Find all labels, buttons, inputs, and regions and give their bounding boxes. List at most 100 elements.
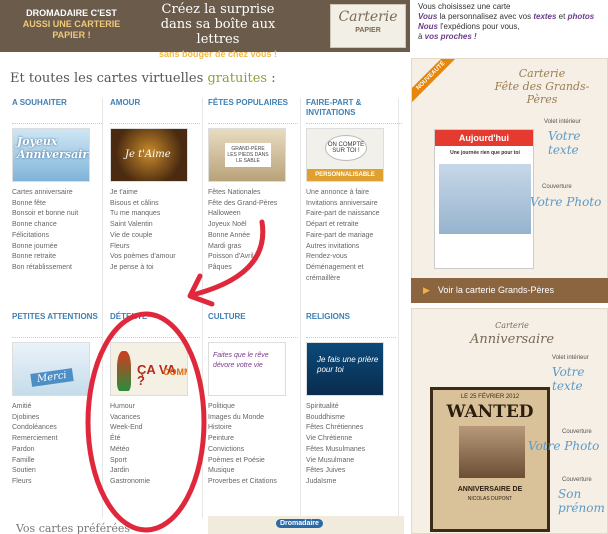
- ad-grands-peres[interactable]: NOUVEAUTÉ Carterie Fête des Grands-Pères…: [411, 58, 608, 303]
- category-link[interactable]: Départ et retraite: [306, 220, 402, 231]
- category-link[interactable]: Images du Monde: [208, 413, 298, 424]
- category-link[interactable]: Tu me manques: [110, 209, 200, 220]
- category-thumbnail[interactable]: COMMENTÇA VA ?: [110, 342, 188, 396]
- category-thumbnail[interactable]: ON COMPTE SUR TOI ! PERSONNALISABLE: [306, 128, 384, 182]
- category-link[interactable]: Fête des Grand-Pères: [208, 199, 298, 210]
- ad-title: Carterie Anniversaire: [462, 319, 562, 347]
- category-link[interactable]: Félicitations: [12, 231, 102, 242]
- category-link[interactable]: Fleurs: [12, 477, 102, 488]
- dromadaire-logo-banner[interactable]: Dromadaire: [208, 516, 404, 534]
- thumbnail-text: Faites que le rêve dévore votre vie: [213, 352, 269, 369]
- category-link[interactable]: Cartes anniversaire: [12, 188, 102, 199]
- category-link[interactable]: Bouddhisme: [306, 413, 396, 424]
- carterie-papier-button[interactable]: Carterie PAPIER: [330, 4, 406, 48]
- category-link[interactable]: Peinture: [208, 434, 298, 445]
- category-link[interactable]: Remerciement: [12, 434, 102, 445]
- category-link[interactable]: Joyeux Noël: [208, 220, 298, 231]
- category-link[interactable]: Bonne Année: [208, 231, 298, 242]
- category-link-list: Spiritualité Bouddhisme Fêtes Chrétienne…: [306, 402, 396, 488]
- category-link[interactable]: Bon rétablissement: [12, 263, 102, 274]
- category-link[interactable]: Jardin: [110, 466, 200, 477]
- banner-tagline: Créez la surprise dans sa boîte aux lett…: [138, 2, 298, 62]
- category-link[interactable]: Spiritualité: [306, 402, 396, 413]
- category-link[interactable]: Humour: [110, 402, 200, 413]
- category-link[interactable]: Fêtes Chrétiennes: [306, 423, 396, 434]
- category-link[interactable]: Bonne retraite: [12, 252, 102, 263]
- category-link[interactable]: Amitié: [12, 402, 102, 413]
- category-link[interactable]: Politique: [208, 402, 298, 413]
- category-link[interactable]: Bonsoir et bonne nuit: [12, 209, 102, 220]
- category-link[interactable]: Proverbes et Citations: [208, 477, 298, 488]
- category-link[interactable]: Pâques: [208, 263, 298, 274]
- category-title[interactable]: CULTURE: [208, 312, 298, 338]
- category-link[interactable]: Judaïsme: [306, 477, 396, 488]
- category-thumbnail[interactable]: Je fais une prière pour toi: [306, 342, 384, 396]
- category-link[interactable]: Bisous et câlins: [110, 199, 200, 210]
- banner-line: DROMADAIRE C'EST: [26, 8, 117, 18]
- carterie-promo-text: DROMADAIRE C'EST AUSSI UNE CARTERIE PAPI…: [14, 8, 129, 41]
- category-thumbnail[interactable]: GRAND-PÈRE LES PIEDS DANS LE SABLE: [208, 128, 286, 182]
- category-link[interactable]: Musique: [208, 466, 298, 477]
- category-link[interactable]: Vos poèmes d'amour: [110, 252, 200, 263]
- category-link[interactable]: Halloween: [208, 209, 298, 220]
- category-link[interactable]: Fêtes Musulmanes: [306, 445, 396, 456]
- category-link[interactable]: Déménagement et: [306, 263, 402, 274]
- category-link[interactable]: Faire-part de naissance: [306, 209, 402, 220]
- category-title[interactable]: FAIRE-PART & INVITATIONS: [306, 98, 402, 124]
- category-religions: RELIGIONS Je fais une prière pour toi Sp…: [306, 312, 396, 488]
- volet-script: Votre texte: [548, 129, 581, 157]
- category-link[interactable]: Une annonce à faire: [306, 188, 402, 199]
- thumbnail-text: ON COMPTE SUR TOI !: [325, 135, 367, 161]
- category-thumbnail[interactable]: Merci: [12, 342, 90, 396]
- card-subtitle: PAPIER: [355, 27, 381, 34]
- category-link[interactable]: Autres invitations: [306, 242, 402, 253]
- category-link[interactable]: Bonne chance: [12, 220, 102, 231]
- category-link[interactable]: Je pense à toi: [110, 263, 200, 274]
- category-link[interactable]: Pardon: [12, 445, 102, 456]
- category-link[interactable]: Faire-part de mariage: [306, 231, 402, 242]
- category-link[interactable]: Je t'aime: [110, 188, 200, 199]
- category-link[interactable]: Bonne journée: [12, 242, 102, 253]
- category-link[interactable]: Fêtes Nationales: [208, 188, 298, 199]
- category-link[interactable]: Week-End: [110, 423, 200, 434]
- category-title[interactable]: A SOUHAITER: [12, 98, 102, 124]
- category-link[interactable]: Vie de couple: [110, 231, 200, 242]
- category-link[interactable]: Poisson d'Avril: [208, 252, 298, 263]
- top-banner[interactable]: DROMADAIRE C'EST AUSSI UNE CARTERIE PAPI…: [0, 0, 410, 59]
- category-link[interactable]: Sport: [110, 456, 200, 467]
- category-title[interactable]: FÊTES POPULAIRES: [208, 98, 298, 124]
- category-link[interactable]: Convictions: [208, 445, 298, 456]
- category-link[interactable]: crémaillère: [306, 274, 402, 285]
- category-link[interactable]: Fleurs: [110, 242, 200, 253]
- category-thumbnail[interactable]: Je t'Aime: [110, 128, 188, 182]
- category-thumbnail[interactable]: Faites que le rêve dévore votre vie: [208, 342, 286, 396]
- category-link[interactable]: Soutien: [12, 466, 102, 477]
- category-link-list: Une annonce à faire Invitations annivers…: [306, 188, 402, 284]
- category-link[interactable]: Rendez-vous: [306, 252, 402, 263]
- category-thumbnail[interactable]: Joyeux Anniversaire: [12, 128, 90, 182]
- category-link[interactable]: Famille: [12, 456, 102, 467]
- category-link[interactable]: Invitations anniversaire: [306, 199, 402, 210]
- category-title[interactable]: RELIGIONS: [306, 312, 396, 338]
- category-link[interactable]: Été: [110, 434, 200, 445]
- category-link[interactable]: Saint Valentin: [110, 220, 200, 231]
- category-link[interactable]: Condoléances: [12, 423, 102, 434]
- category-link[interactable]: Météo: [110, 445, 200, 456]
- category-link-list: Cartes anniversaire Bonne fête Bonsoir e…: [12, 188, 102, 274]
- voir-carterie-grands-peres-link[interactable]: ▶ Voir la carterie Grands-Pères: [411, 278, 608, 303]
- category-link[interactable]: Bonne fête: [12, 199, 102, 210]
- category-link[interactable]: Djobines: [12, 413, 102, 424]
- category-title[interactable]: AMOUR: [110, 98, 200, 124]
- ad-anniversaire[interactable]: Carterie Anniversaire Volet intérieur Vo…: [411, 308, 608, 534]
- category-title[interactable]: PETITES ATTENTIONS: [12, 312, 102, 338]
- category-link[interactable]: Vie Musulmane: [306, 456, 396, 467]
- category-link[interactable]: Vie Chrétienne: [306, 434, 396, 445]
- category-link[interactable]: Histoire: [208, 423, 298, 434]
- category-link[interactable]: Fêtes Juives: [306, 466, 396, 477]
- category-culture: CULTURE Faites que le rêve dévore votre …: [208, 312, 298, 488]
- category-title[interactable]: DÉTENTE: [110, 312, 200, 338]
- category-link[interactable]: Vacances: [110, 413, 200, 424]
- category-link[interactable]: Gastronomie: [110, 477, 200, 488]
- category-link[interactable]: Mardi gras: [208, 242, 298, 253]
- category-link[interactable]: Poèmes et Poésie: [208, 456, 298, 467]
